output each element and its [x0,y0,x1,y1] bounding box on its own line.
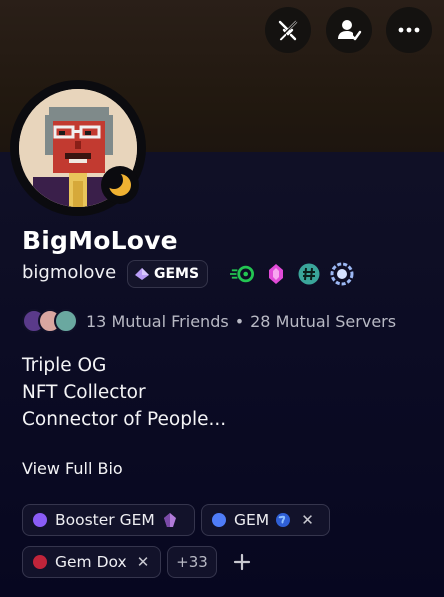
username[interactable]: bigmolove [22,262,116,283]
swords-icon [278,20,298,41]
role-label: Booster GEM [55,511,155,529]
gem-icon [135,268,149,280]
friend-status-button[interactable] [326,7,372,53]
role-label: GEM [234,511,270,529]
friend-check-icon [338,20,362,41]
view-full-bio-link[interactable]: View Full Bio [22,459,123,478]
mutual-avatar [54,309,78,333]
more-options-button[interactable] [386,7,432,53]
add-role-button[interactable] [230,550,254,574]
gems-tag-label: GEMS [154,266,200,282]
more-roles-button[interactable]: +33 [167,546,217,578]
boost-badge[interactable] [264,262,288,286]
more-icon [398,27,420,33]
remove-role-icon[interactable]: ✕ [301,511,314,529]
role-gem[interactable]: GEM ✕ [201,504,330,536]
boost-gem-icon [269,264,283,284]
role-color-dot [33,555,47,569]
display-name: BigMoLove [22,226,178,255]
bio: Triple OG NFT Collector Connector of Peo… [22,352,226,433]
mutual-servers-count[interactable]: 28 Mutual Servers [250,312,396,331]
bio-line: Triple OG [22,355,107,376]
role-booster-gem[interactable]: Booster GEM [22,504,195,536]
nitro-icon [230,265,254,283]
quest-badge[interactable] [330,262,354,286]
gems-server-tag[interactable]: GEMS [127,260,209,288]
remove-role-icon[interactable]: ✕ [137,553,150,571]
mutuals-row[interactable]: 13 Mutual Friends • 28 Mutual Servers [22,309,396,333]
idle-moon-icon [108,173,131,196]
hashtag-badge[interactable] [297,262,321,286]
hashtag-icon [298,263,320,285]
crystal-icon [163,513,176,527]
laurel-icon [330,262,354,286]
plus-icon [233,553,251,571]
separator-dot: • [234,311,245,331]
role-label: Gem Dox [55,553,127,571]
mutual-friends-count[interactable]: 13 Mutual Friends [86,312,229,331]
role-color-dot [33,513,47,527]
swords-button[interactable] [265,7,311,53]
bio-line: NFT Collector [22,382,146,403]
role-gem-dox[interactable]: Gem Dox ✕ [22,546,161,578]
role-color-dot [212,513,226,527]
nitro-badge[interactable] [230,262,254,286]
bio-line: Connector of People... [22,409,227,430]
status-indicator [101,166,139,204]
globe-icon [276,513,291,527]
